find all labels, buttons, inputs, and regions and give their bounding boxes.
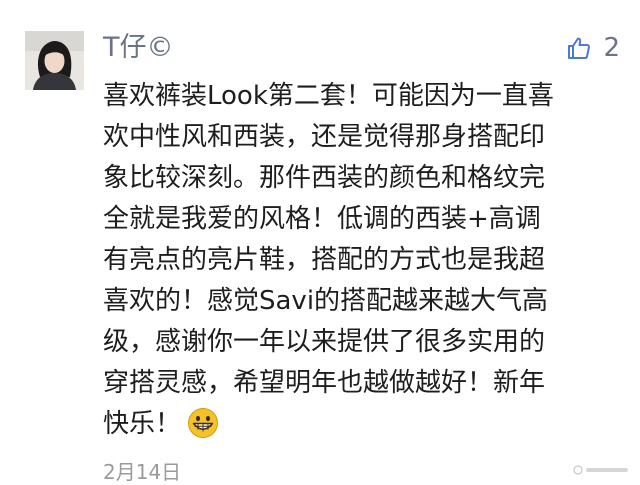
comment-line-text: 快乐！	[103, 409, 182, 439]
comment-line: 欢中性风和西装，还是觉得那身搭配印	[103, 122, 546, 152]
comment-line: 有亮点的亮片鞋，搭配的方式也是我超	[103, 245, 546, 275]
comment-card: T仔© 2 喜欢裤装Look第二套！可能因为一直喜 欢中性风和西装，还是觉得那身…	[0, 0, 640, 484]
comment-text: 喜欢裤装Look第二套！可能因为一直喜 欢中性风和西装，还是觉得那身搭配印 象比…	[103, 76, 623, 445]
like-button[interactable]: 2	[567, 31, 620, 65]
comment-timestamp: 2月14日	[103, 460, 182, 484]
comment-line: 象比较深刻。那件西装的颜色和格纹完	[103, 163, 546, 193]
like-count: 2	[603, 33, 620, 63]
watermark-logo	[572, 461, 632, 485]
comment-line: 级，感谢你一年以来提供了很多实用的	[103, 327, 546, 357]
thumbs-up-icon[interactable]	[567, 36, 591, 60]
comment-line: 喜欢裤装Look第二套！可能因为一直喜	[103, 81, 554, 111]
comment-line: 穿搭灵感，希望明年也越做越好！新年	[103, 368, 546, 398]
avatar[interactable]	[25, 31, 84, 90]
username[interactable]: T仔©	[103, 30, 174, 66]
comment-line: 喜欢的！感觉Savi的搭配越来越大气高	[103, 286, 549, 316]
grinning-face-emoji-icon	[187, 407, 219, 439]
comment-last-line: 快乐！	[103, 404, 623, 445]
comment-line: 全就是我爱的风格！低调的西装+高调	[103, 204, 541, 234]
